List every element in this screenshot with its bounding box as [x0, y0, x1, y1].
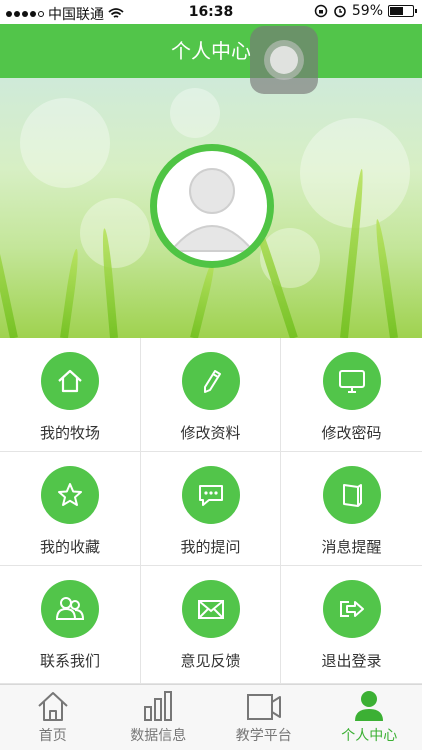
pencil-icon: [181, 352, 240, 410]
menu-item-contact-us[interactable]: 联系我们: [0, 566, 141, 684]
menu-item-label: 修改密码: [321, 424, 382, 442]
menu-item-my-favorites[interactable]: 我的收藏: [0, 452, 141, 566]
menu-item-label: 修改资料: [180, 424, 241, 442]
menu-item-notifications[interactable]: 消息提醒: [281, 452, 422, 566]
home-outline-icon: [38, 692, 68, 721]
logout-icon: [322, 580, 381, 638]
home-icon: [41, 352, 99, 410]
avatar-placeholder: [157, 151, 267, 261]
tab-label: 首页: [38, 728, 67, 744]
tab-label: 数据信息: [130, 728, 187, 744]
battery-icon: [388, 5, 417, 17]
status-right: 59%: [314, 3, 417, 19]
menu-item-my-ranch[interactable]: 我的牧场: [0, 338, 141, 452]
tab-teaching-platform[interactable]: 教学平台: [211, 685, 317, 750]
menu-item-label: 我的牧场: [39, 424, 100, 442]
tab-label: 个人中心: [341, 728, 398, 744]
menu-grid: 我的牧场 修改资料 修改密码 我的收藏 我的提问 消息提醒 联系我们 意见反馈 …: [0, 338, 422, 684]
tab-profile[interactable]: 个人中心: [317, 685, 422, 750]
menu-item-label: 我的提问: [180, 538, 241, 556]
profile-banner: [0, 78, 422, 338]
envelope-icon: [181, 580, 240, 638]
alarm-icon: [334, 5, 346, 18]
status-bar: 中国联通 16:38 59%: [0, 0, 422, 24]
menu-item-feedback[interactable]: 意见反馈: [141, 566, 281, 684]
menu-item-label: 我的收藏: [39, 538, 100, 556]
page-title: 个人中心: [171, 39, 251, 63]
rotation-lock-icon: [314, 4, 328, 18]
menu-item-logout[interactable]: 退出登录: [281, 566, 422, 684]
tab-label: 教学平台: [235, 728, 292, 744]
person-icon: [355, 691, 384, 721]
menu-item-edit-profile[interactable]: 修改资料: [141, 338, 281, 452]
assistive-touch-button[interactable]: [250, 26, 318, 94]
video-camera-icon: [246, 694, 281, 720]
menu-item-label: 意见反馈: [180, 652, 241, 670]
menu-item-label: 消息提醒: [321, 538, 382, 556]
menu-item-label: 退出登录: [321, 652, 382, 670]
menu-item-change-password[interactable]: 修改密码: [281, 338, 422, 452]
tab-home[interactable]: 首页: [0, 685, 106, 750]
star-icon: [41, 466, 99, 524]
bar-chart-icon: [144, 691, 173, 721]
people-icon: [41, 580, 99, 638]
nav-header: 个人中心: [0, 24, 422, 94]
chat-bubble-icon: [181, 466, 240, 524]
avatar[interactable]: [150, 144, 274, 268]
menu-item-my-questions[interactable]: 我的提问: [141, 452, 281, 566]
menu-item-label: 联系我们: [39, 652, 100, 670]
battery-percent: 59%: [351, 3, 383, 19]
tab-data-info[interactable]: 数据信息: [106, 685, 212, 750]
tab-bar: 首页 数据信息 教学平台 个人中心: [0, 684, 422, 750]
book-icon: [322, 466, 381, 524]
default-avatar-icon: [168, 168, 256, 252]
monitor-icon: [322, 352, 381, 410]
